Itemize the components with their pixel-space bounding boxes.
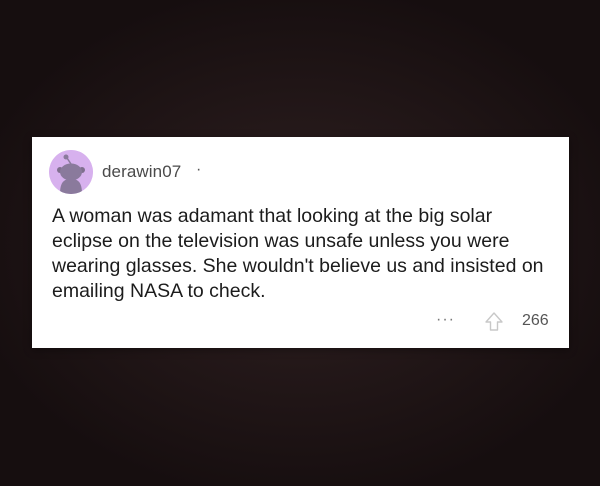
comment-username[interactable]: derawin07: [102, 162, 181, 182]
arrow-up-icon: [485, 312, 503, 331]
snoo-avatar-icon: [49, 150, 93, 194]
more-options-button[interactable]: ···: [436, 311, 455, 329]
username-separator: ·: [196, 161, 202, 178]
comment-body: A woman was adamant that looking at the …: [52, 205, 544, 302]
upvote-button[interactable]: [483, 311, 505, 333]
user-avatar[interactable]: [49, 150, 93, 194]
comment-card: derawin07 · A woman was adamant that loo…: [32, 137, 569, 348]
vote-score: 266: [522, 312, 549, 329]
